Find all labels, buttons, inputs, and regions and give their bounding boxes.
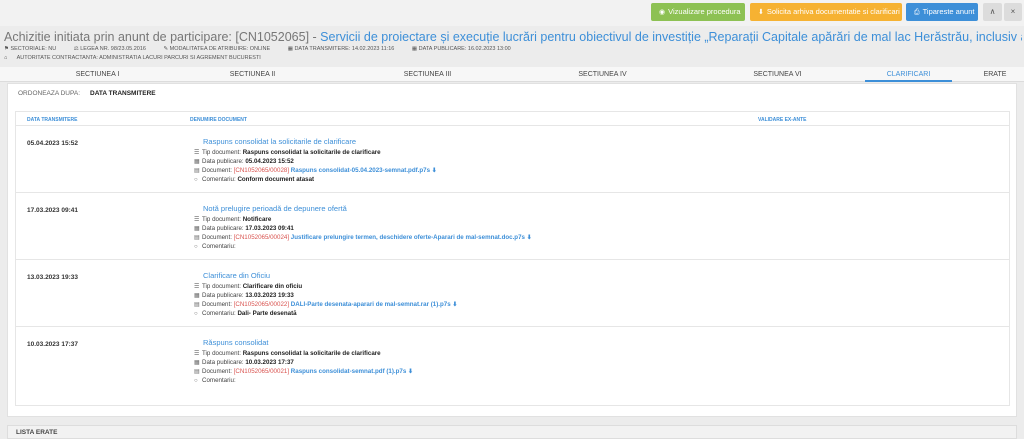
document-download-link[interactable]: Justificare prelungire termen, deschider… [291, 234, 525, 241]
calendar-icon-meta-3: ▦ DATA TRANSMITERE: 14.02.2023 11:16 [287, 46, 395, 52]
file-icon: ▤ [194, 168, 200, 174]
row-date: 17.03.2023 09:41 [27, 207, 78, 214]
tab-clarificari[interactable]: CLARIFICARI [865, 67, 952, 82]
view-procedure-button[interactable]: ◉ Vizualizare procedura [651, 3, 745, 21]
document-title-link[interactable]: Raspuns consolidat la solicitarile de cl… [203, 137, 356, 146]
tab-sectiunea-3[interactable]: SECTIUNEA III [380, 67, 475, 82]
bank-icon: ⌂ [4, 55, 8, 61]
lista-erate-header[interactable]: LISTA ERATE [7, 425, 1017, 439]
eye-icon: ◉ [659, 9, 666, 16]
row-date: 10.03.2023 17:37 [27, 341, 78, 348]
calendar-icon: ▦ [194, 293, 200, 299]
table-row: 13.03.2023 19:33 Clarificare din Oficiu … [16, 260, 1009, 327]
comment-icon: ○ [194, 177, 198, 183]
table-row: 17.03.2023 09:41 Notă prelugire perioadă… [16, 193, 1009, 260]
document-title-link[interactable]: Răspuns consolidat [203, 338, 268, 347]
file-icon: ▤ [194, 235, 200, 241]
download-icon[interactable]: ⬇ [527, 234, 532, 241]
top-toolbar: ◉ Vizualizare procedura ⬇ Solicita arhiva … [0, 0, 1024, 26]
tag-icon-meta-0: ⚑ SECTORIALE: NU [4, 46, 57, 52]
tab-sectiunea-2[interactable]: SECTIUNEA II [205, 67, 300, 82]
close-icon: × [1010, 7, 1016, 16]
tab-sectiunea-4[interactable]: SECTIUNEA IV [555, 67, 650, 82]
calendar-icon: ▦ [194, 226, 200, 232]
column-header[interactable]: DATA TRANSMITERE [27, 117, 77, 123]
request-archive-button[interactable]: ⬇ Solicita arhiva documentatie si clarifi… [750, 3, 902, 21]
document-title-link[interactable]: Clarificare din Oficiu [203, 271, 270, 280]
comment-icon: ○ [194, 311, 198, 317]
file-icon: ▤ [194, 302, 200, 308]
print-button[interactable]: ⎙ Tipareste anunt [906, 3, 978, 21]
clarifications-panel: ORDONEAZA DUPA: DATA TRANSMITERE DATA TRA… [7, 83, 1017, 417]
row-date: 13.03.2023 19:33 [27, 274, 78, 281]
wrench-icon-meta-2: ✎ MODALITATEA DE ATRIBUIRE: ONLINE [163, 46, 271, 52]
table-row: 10.03.2023 17:37 Răspuns consolidat ☰ Tip… [27, 338, 414, 384]
procedure-meta: ⚑ SECTORIALE: NU ⚖ LEGEA NR. 98/23.05.20… [4, 45, 527, 54]
list-icon: ☰ [194, 284, 200, 290]
chevron-up-icon: ∧ [989, 7, 996, 16]
document-download-link[interactable]: Raspuns consolidat-05.04.2023-semnat.pdf… [291, 167, 430, 174]
document-download-link[interactable]: DALI-Parte desenata-aparari de mal-semna… [291, 301, 451, 308]
gavel-icon-meta-1: ⚖ LEGEA NR. 98/23.05.2016 [73, 46, 146, 52]
calendar-icon: ▦ [194, 360, 200, 366]
document-download-link[interactable]: Raspuns consolidat-semnat.pdf (1).p7s [291, 368, 407, 375]
tab-sectiunea-6[interactable]: SECTIUNEA VI [730, 67, 825, 82]
comment-icon: ○ [194, 244, 198, 250]
collapse-button[interactable]: ∧ [983, 3, 1002, 21]
authority-line: ⌂ AUTORITATE CONTRACTANTA: ADMINISTRATIA… [4, 55, 261, 61]
sort-control[interactable]: ORDONEAZA DUPA: DATA TRANSMITERE [18, 90, 156, 97]
table-row: 05.04.2023 15:52 Raspuns consolidat la s… [16, 126, 1009, 193]
table-header: DATA TRANSMITERE DENUMIRE DOCUMENT VALID… [16, 112, 1009, 126]
tab-erate[interactable]: ERATE [975, 67, 1015, 82]
close-button[interactable]: × [1004, 3, 1022, 21]
clarifications-table: DATA TRANSMITERE DENUMIRE DOCUMENT VALID… [15, 111, 1010, 406]
list-icon: ☰ [194, 217, 200, 223]
list-icon: ☰ [194, 351, 200, 357]
column-header[interactable]: DENUMIRE DOCUMENT [190, 117, 247, 123]
calendar-icon: ▦ [194, 159, 200, 165]
list-icon: ☰ [194, 150, 200, 156]
section-tabs: SECTIUNEA I SECTIUNEA II SECTIUNEA III S… [0, 67, 1024, 82]
comment-icon: ○ [194, 378, 198, 384]
download-icon: ⬇ [758, 9, 764, 16]
print-icon: ⎙ [914, 9, 920, 16]
page-title: Achizitie initiata prin anunt de partici… [4, 30, 1022, 44]
tab-sectiunea-1[interactable]: SECTIUNEA I [50, 67, 145, 82]
file-icon: ▤ [194, 369, 200, 375]
download-icon[interactable]: ⬇ [408, 368, 413, 375]
download-icon[interactable]: ⬇ [432, 167, 437, 174]
column-header[interactable]: VALIDARE EX-ANTE [758, 117, 807, 123]
download-icon[interactable]: ⬇ [452, 301, 457, 308]
document-title-link[interactable]: Notă prelugire perioadă de depunere ofer… [203, 204, 347, 213]
calendar-icon-meta-4: ▦ DATA PUBLICARE: 16.02.2023 13:00 [411, 46, 511, 52]
row-date: 05.04.2023 15:52 [27, 140, 78, 147]
